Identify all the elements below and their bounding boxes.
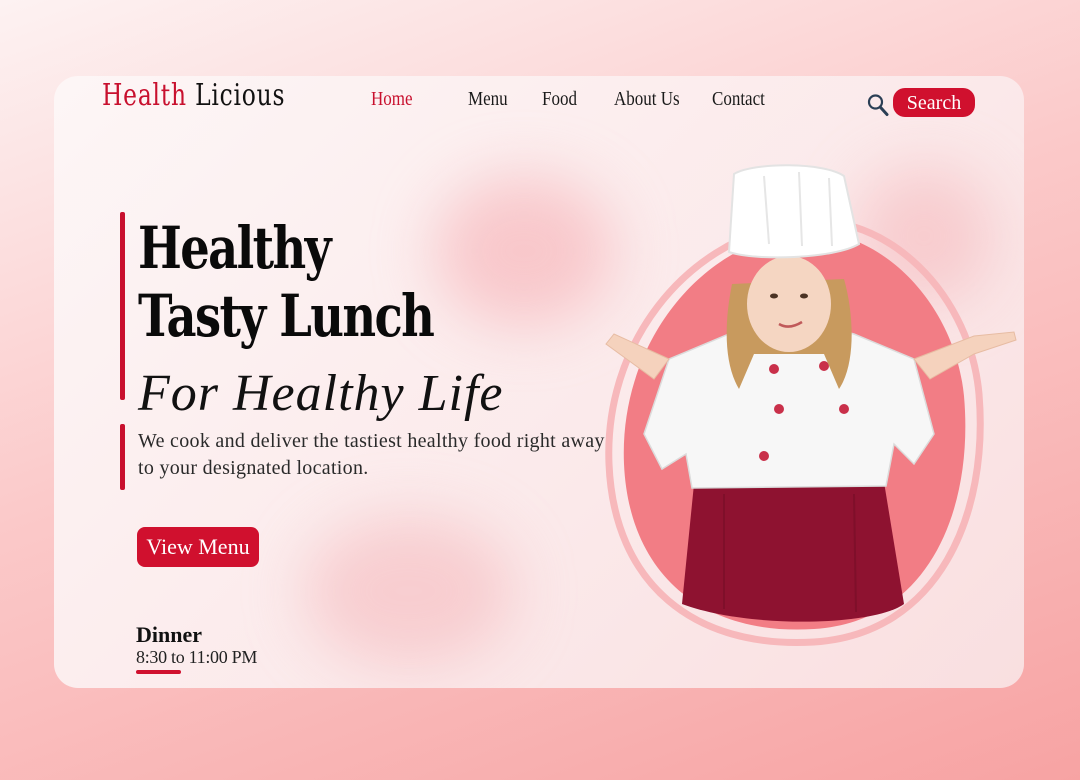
nav-about-us[interactable]: About Us	[614, 88, 680, 111]
background-glow	[304, 516, 514, 666]
chef-hat	[727, 164, 861, 259]
hero-tagline: For Healthy Life	[138, 365, 504, 422]
nav-home[interactable]: Home	[371, 88, 413, 111]
hours-time: 8:30 to 11:00 PM	[136, 647, 258, 667]
accent-bar	[120, 212, 125, 400]
chef-hero-image	[605, 164, 1017, 647]
apron	[682, 482, 904, 622]
view-menu-button[interactable]: View Menu	[137, 527, 259, 567]
hero-card: Health Licious Home Menu Food About Us C…	[54, 76, 1024, 688]
face	[747, 256, 831, 352]
search-icon[interactable]	[866, 92, 890, 118]
nav-contact[interactable]: Contact	[712, 88, 765, 111]
headline-line-1: Healthy	[138, 214, 332, 282]
hours-underline	[136, 670, 181, 674]
accent-bar	[120, 424, 125, 490]
search-button[interactable]: Search	[893, 88, 975, 117]
nav-food[interactable]: Food	[542, 88, 577, 111]
hours-title: Dinner	[136, 622, 202, 647]
nav-menu[interactable]: Menu	[468, 88, 508, 111]
hero-headline: Healthy Tasty Lunch	[138, 214, 435, 350]
hero-description: We cook and deliver the tastiest healthy…	[138, 430, 605, 479]
headline-line-2: Tasty Lunch	[138, 282, 435, 350]
